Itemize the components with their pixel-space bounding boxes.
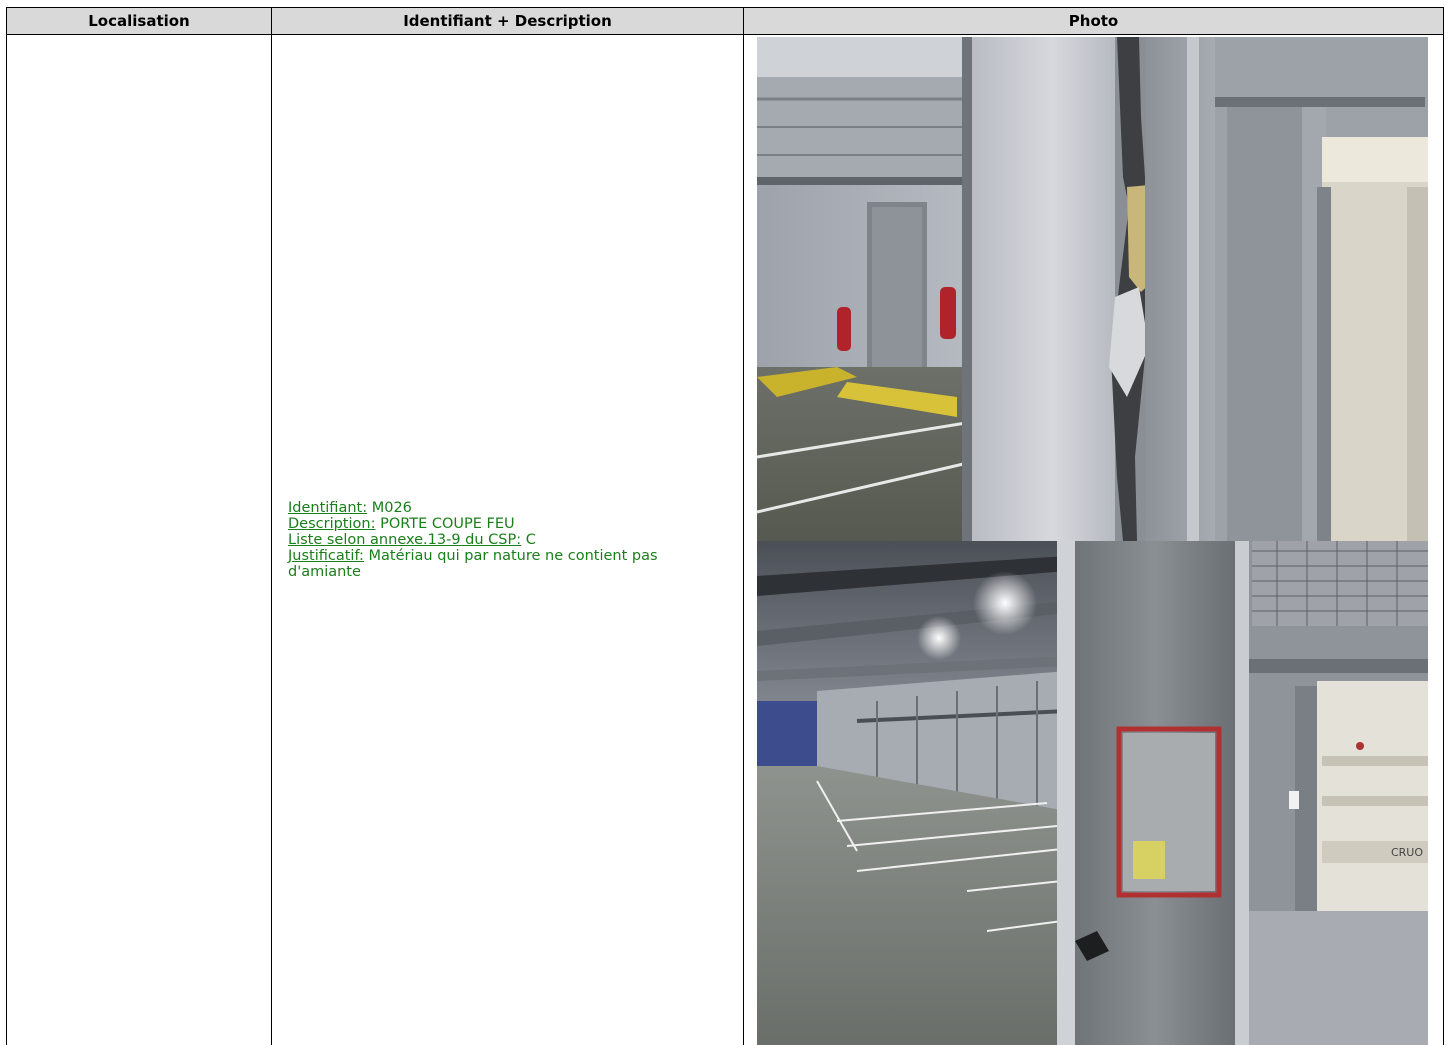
photo-door-frame	[757, 37, 1428, 541]
identifiant-label: Identifiant:	[288, 500, 368, 516]
table-row: Identifiant: M026 Description: PORTE COU…	[6, 34, 1444, 1045]
cell-photo: CRUO	[743, 34, 1444, 1045]
cell-identifiant-description: Identifiant: M026 Description: PORTE COU…	[271, 34, 744, 1045]
liste-value: C	[525, 532, 536, 548]
justificatif-label: Justificatif:	[288, 548, 364, 564]
header-photo: Photo	[743, 7, 1444, 35]
description-block: Identifiant: M026 Description: PORTE COU…	[272, 500, 743, 580]
cell-localisation	[6, 34, 272, 1045]
identifiant-line: Identifiant: M026	[288, 500, 729, 516]
photo-stack: CRUO	[744, 35, 1443, 1045]
photo-parking-door: CRUO	[757, 541, 1428, 1045]
panel-label-text: CRUO	[1391, 846, 1423, 859]
description-value: PORTE COUPE FEU	[380, 516, 515, 532]
report-table: Localisation Identifiant + Description P…	[6, 7, 1444, 1045]
description-label: Description:	[288, 516, 376, 532]
header-identifiant-description: Identifiant + Description	[271, 7, 744, 35]
header-localisation: Localisation	[6, 7, 272, 35]
identifiant-value: M026	[371, 500, 412, 516]
liste-line: Liste selon annexe.13-9 du CSP: C	[288, 532, 729, 548]
liste-label: Liste selon annexe.13-9 du CSP:	[288, 532, 522, 548]
justificatif-line: Justificatif: Matériau qui par nature ne…	[288, 548, 729, 580]
table-header-row: Localisation Identifiant + Description P…	[6, 7, 1444, 35]
photo-parking-door-image: CRUO	[757, 541, 1428, 1045]
description-line: Description: PORTE COUPE FEU	[288, 516, 729, 532]
photo-door-frame-image	[757, 37, 1428, 541]
